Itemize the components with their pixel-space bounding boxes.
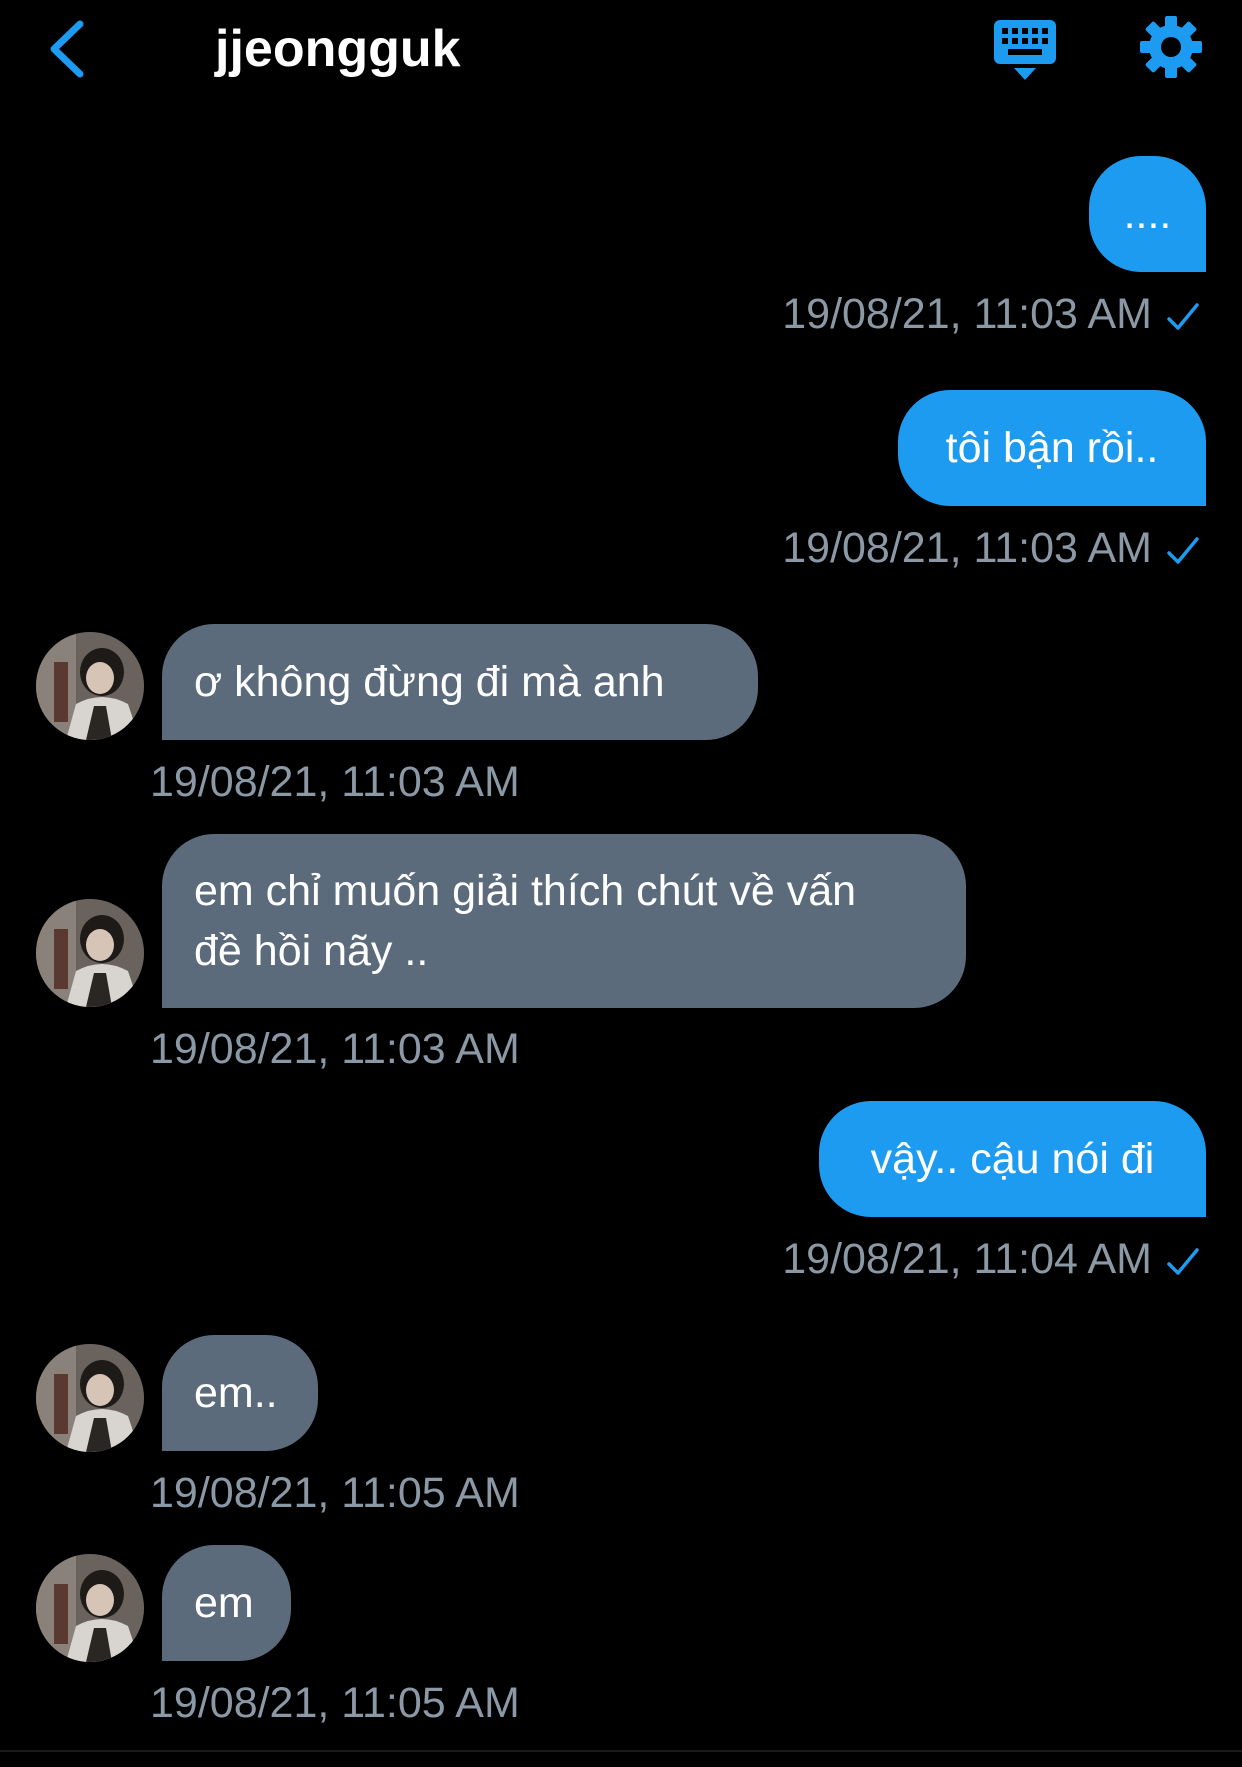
message-timestamp: 19/08/21, 11:05 AM [150,1469,520,1517]
message-text: vậy.. cậu nói đi [870,1135,1155,1183]
message-text: em chỉ muốn giải thích chút về vấn đề hồ… [194,867,857,975]
gear-icon [1140,16,1202,78]
message-text: em.. [194,1369,278,1417]
divider [0,1750,1242,1752]
read-check-icon [1167,536,1199,564]
profile-photo [36,632,144,740]
message-bubble-incoming[interactable]: em.. [162,1335,318,1451]
keyboard-icon [994,20,1056,80]
message-timestamp: 19/08/21, 11:03 AM [782,286,1200,342]
settings-button[interactable] [1138,14,1204,80]
conversation-title[interactable]: jjeongguk [215,14,461,84]
message-bubble-incoming[interactable]: em [162,1545,291,1661]
read-check-icon [1167,1247,1199,1275]
message-bubble-incoming[interactable]: em chỉ muốn giải thích chút về vấn đề hồ… [162,834,966,1008]
chevron-left-icon [50,20,84,78]
message-text: em [194,1579,254,1627]
message-timestamp: 19/08/21, 11:03 AM [150,758,520,806]
profile-photo [36,1344,144,1452]
message-timestamp: 19/08/21, 11:03 AM [150,1025,520,1073]
chat-header: jjeongguk [0,0,1242,110]
message-timestamp: 19/08/21, 11:03 AM [782,520,1200,576]
message-timestamp: 19/08/21, 11:05 AM [150,1679,520,1727]
avatar[interactable] [36,899,144,1007]
back-button[interactable] [40,14,100,84]
message-bubble-outgoing[interactable]: .... [1089,156,1206,272]
message-bubble-incoming[interactable]: ơ không đừng đi mà anh [162,624,758,740]
read-check-icon [1167,302,1199,330]
profile-photo [36,1554,144,1662]
message-bubble-outgoing[interactable]: vậy.. cậu nói đi [819,1101,1206,1217]
message-text: .... [1123,190,1172,238]
message-bubble-outgoing[interactable]: tôi bận rồi.. [898,390,1206,506]
avatar[interactable] [36,1554,144,1662]
message-text: tôi bận rồi.. [945,424,1159,472]
message-timestamp: 19/08/21, 11:04 AM [782,1231,1200,1287]
profile-photo [36,899,144,1007]
message-text: ơ không đừng đi mà anh [194,658,665,706]
keyboard-button[interactable] [992,18,1058,82]
avatar[interactable] [36,632,144,740]
avatar[interactable] [36,1344,144,1452]
